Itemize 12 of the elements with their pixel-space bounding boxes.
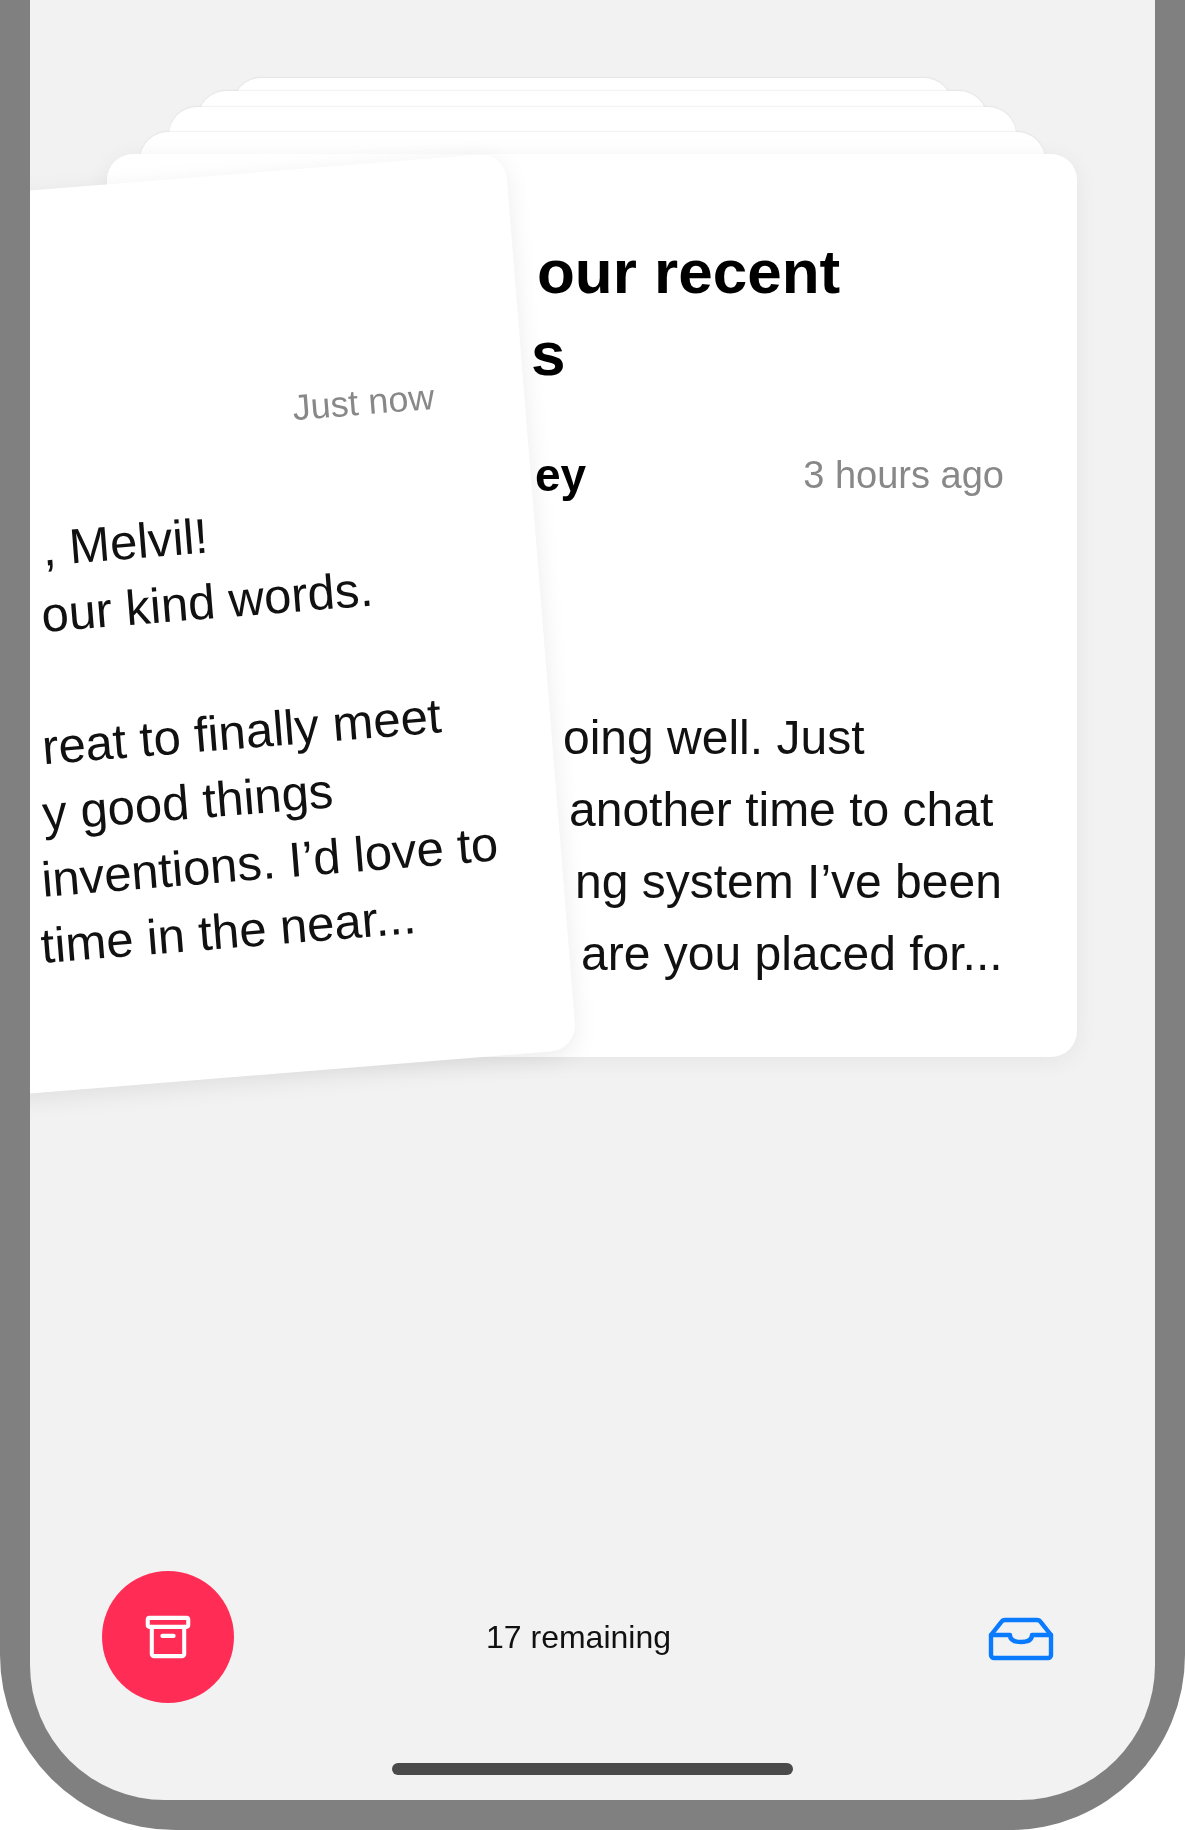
card-text: reat to finally meet xyxy=(39,687,444,777)
card-time: Just now xyxy=(290,375,436,430)
card-text: another time to chat xyxy=(569,782,994,838)
card-author: ey xyxy=(535,448,587,502)
card-title: s xyxy=(531,318,566,390)
remaining-count: 17 remaining xyxy=(486,1618,671,1656)
card-text: are you placed for... xyxy=(581,926,1003,982)
card-time: 3 hours ago xyxy=(803,453,1004,497)
card-title: our recent xyxy=(537,236,841,308)
card-text: ng system I’ve been xyxy=(575,854,1002,910)
card-text: , Melvil! xyxy=(39,507,211,578)
card-text: oing well. Just xyxy=(563,710,865,766)
